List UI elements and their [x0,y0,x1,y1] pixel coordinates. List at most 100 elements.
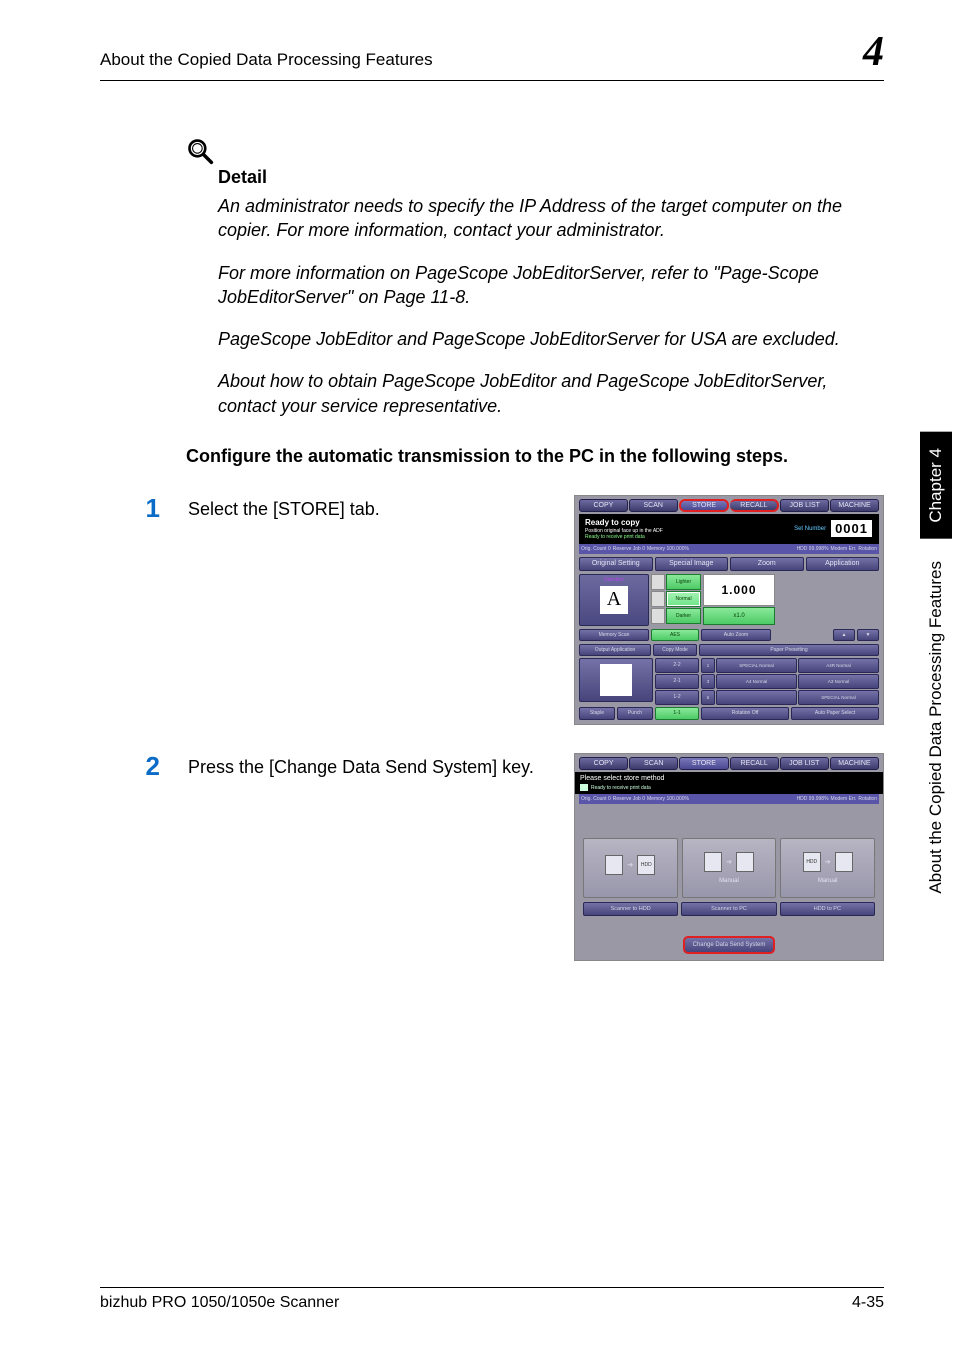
density-normal[interactable]: Normal [666,591,701,607]
rotation-off-button[interactable]: Rotation Off [701,707,789,720]
density-darker[interactable]: Darker [666,608,701,624]
tray-empty [716,690,797,705]
detail-para-3: PageScope JobEditor and PageScope JobEdi… [218,327,874,351]
header-chapter-number: 4 [863,28,884,76]
original-setting-button[interactable]: Original Setting [579,557,653,571]
scanner-to-hdd-tab[interactable]: Scanner to HDD [583,902,678,916]
tray-3[interactable]: A4 Normal [716,674,797,689]
tab-recall[interactable]: RECALL [730,499,779,512]
application-button[interactable]: Application [806,557,880,571]
tray-2[interactable]: A4R Normal [798,658,879,673]
paper-presetting-label: Paper Presetting [699,644,879,656]
step-2-text: Press the [Change Data Send System] key. [188,753,556,961]
detail-heading: Detail [218,167,874,188]
card-scanner-to-pc[interactable]: ➔ Manual [682,838,777,898]
screenshot-change-data-send: COPY SCAN STORE RECALL JOB LIST MACHINE … [574,753,884,961]
hdd-icon: HDD [637,855,655,875]
status-orig: Orig. Count 0 [581,546,611,552]
zoom-button[interactable]: Zoom [730,557,804,571]
status-memory: Memory 100.000% [647,546,689,552]
special-image-button[interactable]: Special Image [655,557,729,571]
card3-label: Manual [818,878,838,884]
tab-machine[interactable]: MACHINE [830,757,879,770]
copy-mode-1-2[interactable]: 1-2 [655,690,699,705]
ready-sub2: Ready to receive print data [585,534,663,540]
card-scanner-to-hdd[interactable]: ➔ HDD [583,838,678,898]
zoom-down-arrow[interactable]: ▼ [857,629,879,641]
status-reserve: Reserve Job 0 [613,546,645,552]
ready-to-copy: Ready to copy [585,518,663,528]
density-icon [651,608,665,624]
hdd-to-pc-tab[interactable]: HDD to PC [780,902,875,916]
footer-right: 4-35 [852,1294,884,1312]
tray-3-num: 3 [701,674,715,689]
ready-sub1: Position original face up in the ADF [585,528,663,534]
tab-joblist[interactable]: JOB LIST [780,757,829,770]
zoom-x1[interactable]: x1.0 [703,607,775,625]
change-data-send-system-button[interactable]: Change Data Send System [683,936,776,954]
density-icon [651,574,665,590]
scanner-icon [704,852,722,872]
scanner-to-pc-tab[interactable]: Scanner to PC [681,902,776,916]
status-modem: Modem Err. [831,546,857,552]
detail-para-2: For more information on PageScope JobEdi… [218,261,874,310]
copy-mode-2-2[interactable]: 2-2 [655,658,699,673]
tray-5-num: 5 [701,690,715,705]
card-hdd-to-pc[interactable]: HDD ➔ Manual [780,838,875,898]
copy-mode-2-1[interactable]: 2-1 [655,674,699,689]
sidebar-features: About the Copied Data Processing Feature… [920,547,952,902]
copy-mode-1-1[interactable]: 1-1 [655,707,699,720]
magnifier-icon [186,137,214,165]
screenshot-store-tab: COPY SCAN STORE RECALL JOB LIST MACHINE … [574,495,884,725]
step-1-text: Select the [STORE] tab. [188,495,556,725]
tab-copy[interactable]: COPY [579,757,628,770]
output-application-button[interactable]: Output Application [579,644,651,656]
tab-machine[interactable]: MACHINE [830,499,879,512]
punch-button[interactable]: Punch [617,707,653,720]
tab-store[interactable]: STORE [679,757,728,770]
step-1-number: 1 [100,495,188,521]
status-rotation: Rotation [858,796,877,802]
status-row: Orig. Count 0 Reserve Job 0 Memory 100.0… [579,544,879,554]
status-reserve: Reserve Job 0 [613,796,645,802]
auto-zoom-button[interactable]: Auto Zoom [701,629,771,641]
configure-heading: Configure the automatic transmission to … [186,446,884,467]
output-preview [579,658,653,702]
status-memory: Memory 100.000% [647,796,689,802]
hdd-icon: HDD [803,852,821,872]
tab-scan[interactable]: SCAN [629,757,678,770]
density-lighter[interactable]: Lighter [666,574,701,590]
direction-box[interactable]: Direction A [579,574,649,626]
tray-5[interactable]: SPECIAL Normal [798,690,879,705]
tray-1[interactable]: SPECIAL Normal [716,658,797,673]
scanner-icon [605,855,623,875]
tab-recall[interactable]: RECALL [730,757,779,770]
status-row-2: Orig. Count 0 Reserve Job 0 Memory 100.0… [579,794,879,804]
step-1: 1 Select the [STORE] tab. COPY SCAN STOR… [100,495,884,725]
status-rotation: Rotation [858,546,877,552]
tab-store[interactable]: STORE [679,499,730,512]
card2-label: Manual [719,878,739,884]
detail-para-1: An administrator needs to specify the IP… [218,194,874,243]
set-number-label: Set Number [794,526,826,532]
zoom-up-arrow[interactable]: ▲ [833,629,855,641]
status-hdd: HDD 99.998% [797,546,829,552]
step-2: 2 Press the [Change Data Send System] ke… [100,753,884,961]
tab-scan[interactable]: SCAN [629,499,678,512]
staple-button[interactable]: Staple [579,707,615,720]
zoom-value: 1.000 [703,574,775,606]
aes-button[interactable]: AES [651,629,699,641]
tab-joblist[interactable]: JOB LIST [780,499,829,512]
sidebar-chapter: Chapter 4 [920,432,952,539]
direction-a-icon: A [600,586,628,614]
auto-paper-select-button[interactable]: Auto Paper Select [791,707,879,720]
tray-1-num: 1 [701,658,715,673]
tab-copy[interactable]: COPY [579,499,628,512]
pc-icon [736,852,754,872]
set-number-value: 0001 [830,519,873,538]
arrow-icon: ➔ [627,861,633,869]
memory-scan-button[interactable]: Memory Scan [579,629,649,641]
arrow-icon: ➔ [825,858,831,866]
direction-label: Direction [604,577,624,583]
tray-4[interactable]: A3 Normal [798,674,879,689]
